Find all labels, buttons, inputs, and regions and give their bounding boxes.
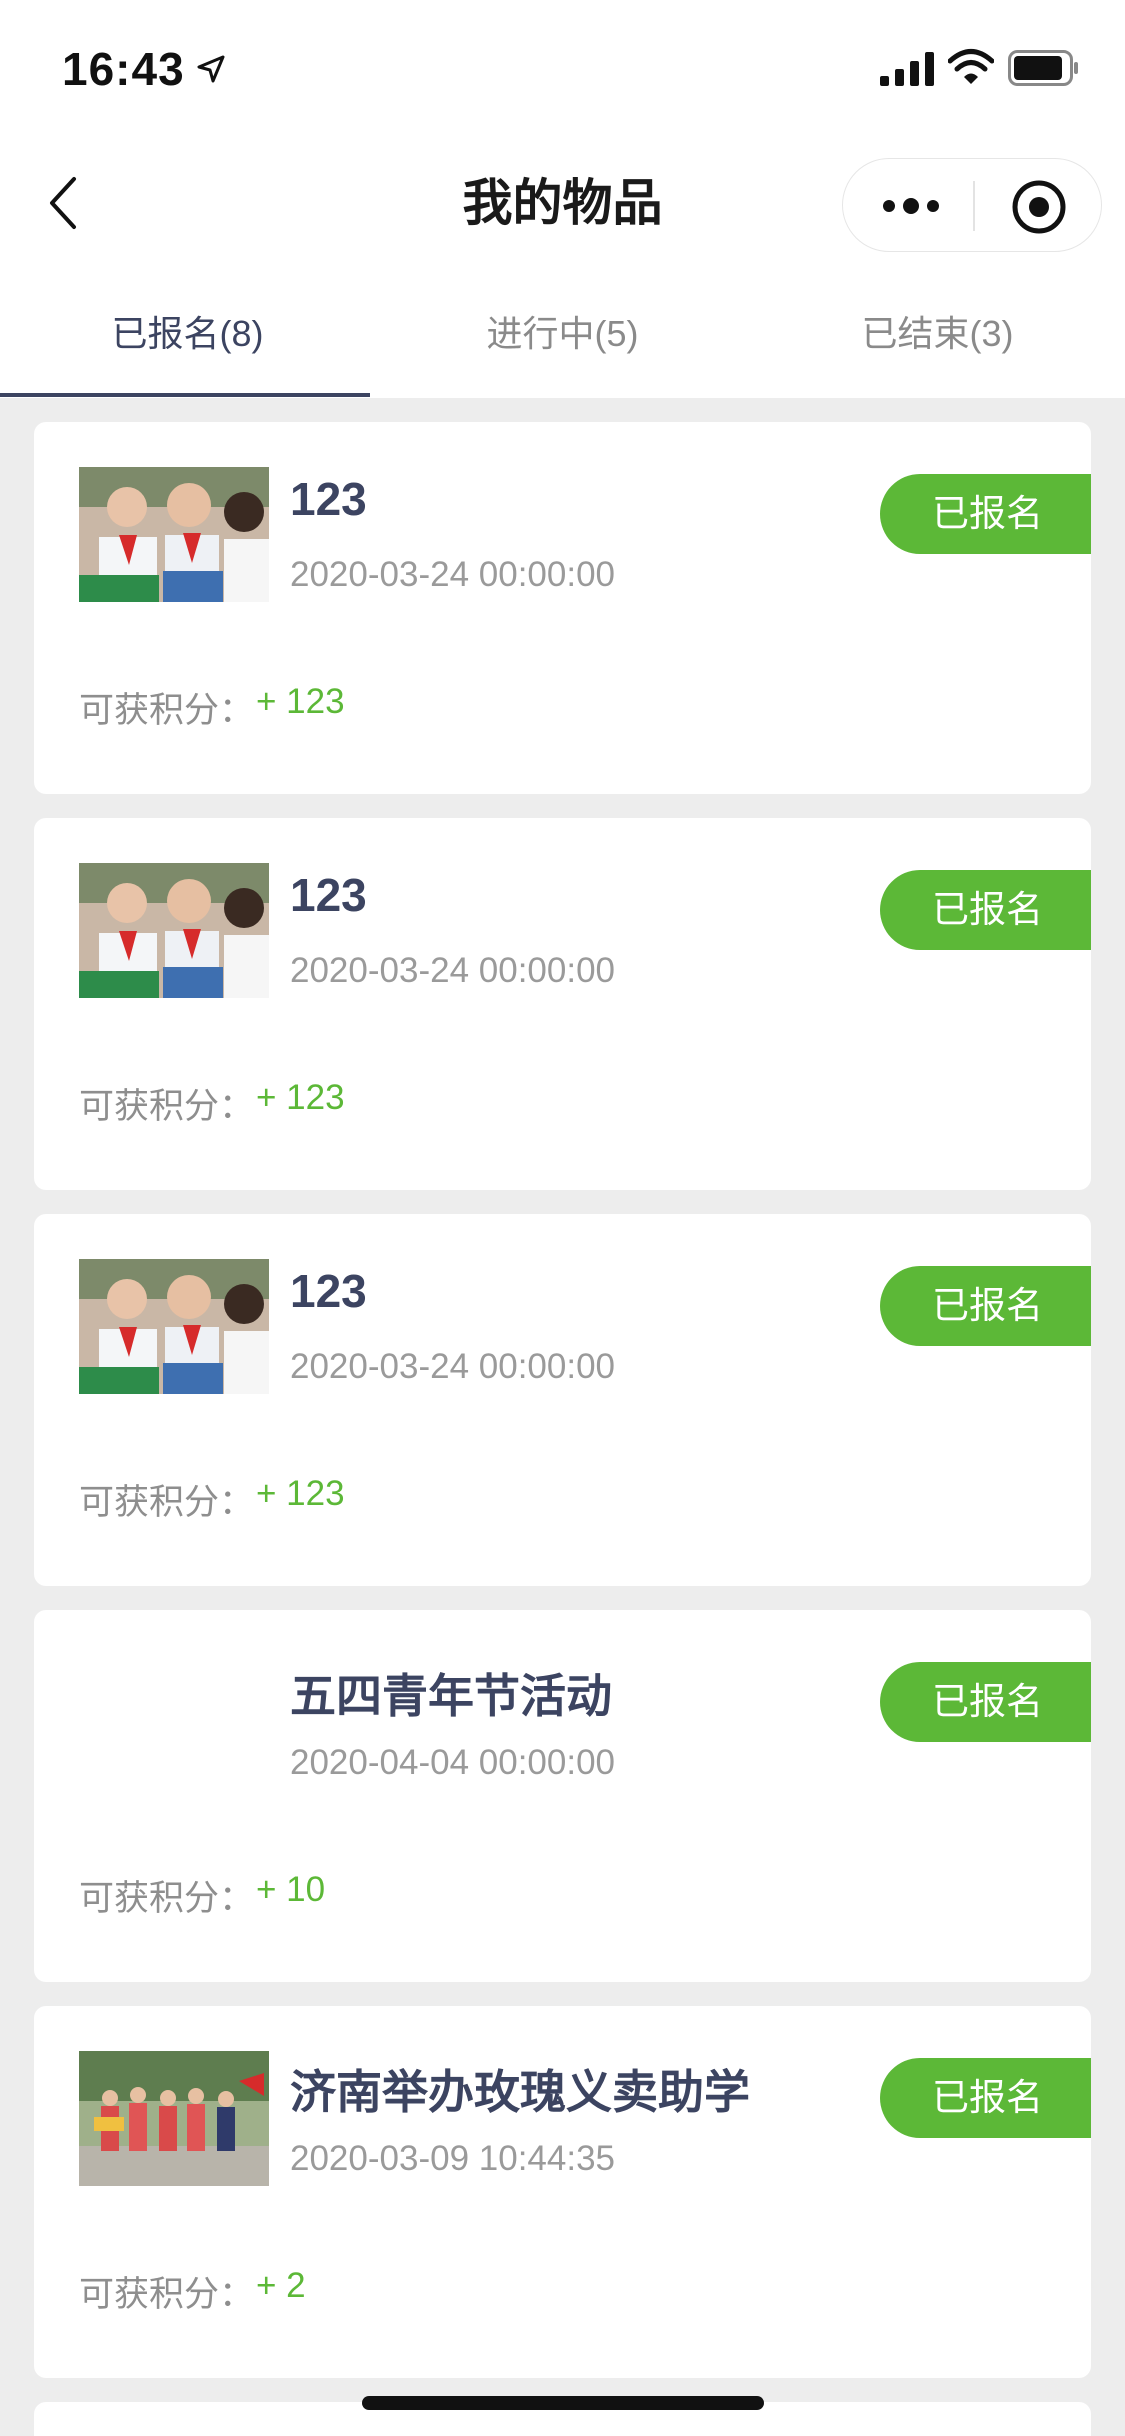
list-item[interactable]: 123 2020-03-24 00:00:00 已报名 可获积分： + 123	[34, 818, 1091, 1190]
item-thumbnail	[79, 467, 269, 602]
tab-bar: 已报名(8) 进行中(5) 已结束(3)	[0, 265, 1125, 398]
item-title: 五四青年节活动	[290, 1670, 612, 1722]
tab-in-progress[interactable]: 进行中(5)	[375, 265, 750, 398]
status-time: 16:43	[62, 43, 185, 95]
tab-indicator	[0, 393, 370, 397]
list-item[interactable]: 123 2020-03-24 00:00:00 已报名 可获积分： + 123	[34, 1214, 1091, 1586]
points-label: 可获积分：	[79, 2275, 255, 2314]
item-date: 2020-03-09 10:44:35	[290, 2139, 615, 2178]
item-title: 123	[290, 473, 367, 525]
item-thumbnail	[79, 1259, 269, 1394]
nav-bar: 我的物品	[0, 135, 1125, 265]
target-icon[interactable]	[1011, 179, 1067, 235]
points-value: + 123	[256, 682, 345, 721]
volunteers-photo-image	[79, 2051, 269, 2186]
item-thumbnail	[79, 2051, 269, 2186]
item-title: 123	[290, 869, 367, 921]
mini-program-capsule	[842, 158, 1102, 252]
home-indicator[interactable]	[362, 2396, 764, 2410]
signal-icon	[880, 52, 934, 86]
item-title: 123	[290, 1265, 367, 1317]
points-label: 可获积分：	[79, 1087, 255, 1126]
status-badge: 已报名	[880, 1266, 1091, 1346]
capsule-divider	[973, 181, 975, 231]
status-badge: 已报名	[880, 2058, 1091, 2138]
points-label: 可获积分：	[79, 691, 255, 730]
status-badge: 已报名	[880, 870, 1091, 950]
item-date: 2020-03-24 00:00:00	[290, 555, 615, 594]
item-date: 2020-03-24 00:00:00	[290, 951, 615, 990]
points-value: + 123	[256, 1474, 345, 1513]
list-item[interactable]: 济南举办玫瑰义卖助学 2020-03-09 10:44:35 已报名 可获积分：…	[34, 2006, 1091, 2378]
item-title: 济南举办玫瑰义卖助学	[290, 2066, 750, 2118]
tab-registered[interactable]: 已报名(8)	[0, 265, 375, 398]
points-label: 可获积分：	[79, 1483, 255, 1522]
item-date: 2020-04-04 00:00:00	[290, 1743, 615, 1782]
list-item[interactable]: 五四青年节活动 2020-04-04 00:00:00 已报名 可获积分： + …	[34, 1610, 1091, 1982]
screen: 16:43 我的物品 已报名(8) 进行中(5) 已结束(3) 123 2020…	[0, 0, 1125, 2436]
students-photo-image	[79, 863, 269, 998]
wifi-icon	[948, 49, 994, 84]
points-label: 可获积分：	[79, 1879, 255, 1918]
item-list: 123 2020-03-24 00:00:00 已报名 可获积分： + 123	[34, 422, 1091, 2436]
students-photo-image	[79, 467, 269, 602]
status-badge: 已报名	[880, 474, 1091, 554]
points-value: + 123	[256, 1078, 345, 1117]
status-bar: 16:43	[0, 0, 1125, 135]
item-date: 2020-03-24 00:00:00	[290, 1347, 615, 1386]
item-thumbnail	[79, 863, 269, 998]
battery-icon	[1008, 50, 1078, 86]
points-value: + 2	[256, 2266, 306, 2305]
points-value: + 10	[256, 1870, 326, 1909]
tab-ended[interactable]: 已结束(3)	[750, 265, 1125, 398]
students-photo-image	[79, 1259, 269, 1394]
more-icon[interactable]	[881, 191, 941, 221]
status-badge: 已报名	[880, 1662, 1091, 1742]
location-arrow-icon	[197, 55, 225, 83]
list-item[interactable]: 123 2020-03-24 00:00:00 已报名 可获积分： + 123	[34, 422, 1091, 794]
